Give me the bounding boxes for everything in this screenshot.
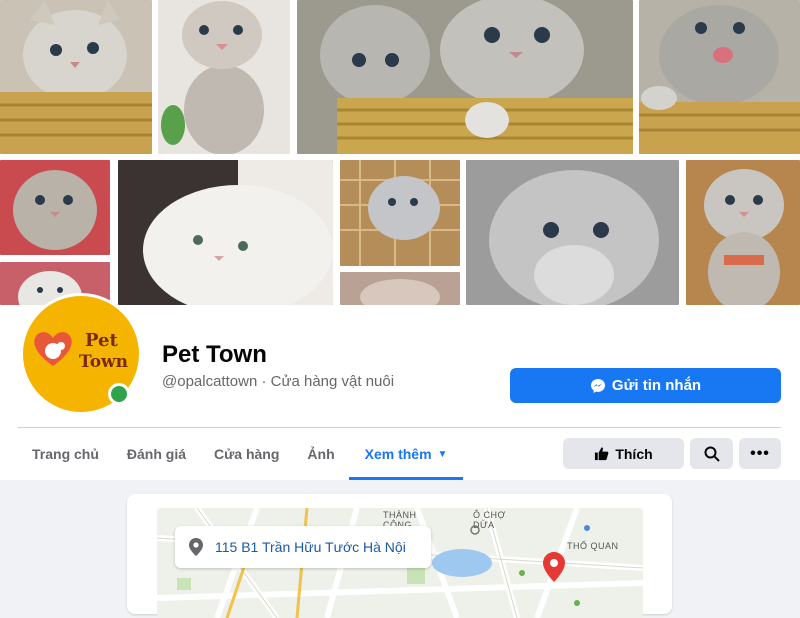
like-label: Thích bbox=[615, 445, 653, 462]
map-label: THỔ QUAN bbox=[567, 541, 619, 551]
address-text[interactable]: 115 B1 Trần Hữu Tước Hà Nội bbox=[215, 539, 406, 555]
avatar-text-town: Town bbox=[79, 352, 129, 372]
cover-kitten-photo[interactable] bbox=[340, 272, 460, 305]
online-status-dot bbox=[108, 383, 130, 405]
caret-down-icon: ▼ bbox=[437, 448, 448, 460]
location-card: THÀNH CÔNG Ô CHỢ DỪA THỔ QUAN 115 B1 Trầ… bbox=[127, 494, 672, 618]
messenger-icon bbox=[590, 378, 606, 394]
thumbs-up-icon bbox=[594, 446, 609, 461]
page-tabs: Trang chủ Đánh giá Cửa hàng Ảnh Xem thêm… bbox=[18, 428, 464, 480]
tab-label: Trang chủ bbox=[32, 446, 99, 462]
cover-kitten-photo[interactable] bbox=[0, 160, 110, 255]
cover-kitten-photo[interactable] bbox=[0, 0, 152, 154]
location-map[interactable]: THÀNH CÔNG Ô CHỢ DỪA THỔ QUAN 115 B1 Trầ… bbox=[157, 508, 643, 618]
location-pin-icon bbox=[189, 538, 203, 556]
page-handle-category: @opalcattown · Cửa hàng vật nuôi bbox=[162, 373, 395, 390]
cover-kitten-photo[interactable] bbox=[639, 0, 800, 154]
tab-label: Ảnh bbox=[307, 446, 335, 462]
tab-home[interactable]: Trang chủ bbox=[18, 428, 113, 480]
more-options-button[interactable]: ••• bbox=[739, 438, 781, 469]
cover-kitten-photo[interactable] bbox=[340, 160, 460, 266]
tab-label: Xem thêm bbox=[364, 446, 432, 462]
page-header: Pet Town Pet Town @opalcattown · Cửa hàn… bbox=[0, 293, 800, 480]
avatar-text-pet: Pet bbox=[85, 330, 118, 351]
address-box[interactable]: 115 B1 Trần Hữu Tước Hà Nội bbox=[175, 526, 431, 568]
map-label: Ô CHỢ DỪA bbox=[473, 510, 506, 530]
send-message-button[interactable]: Gửi tin nhắn bbox=[510, 368, 781, 403]
tab-shop[interactable]: Cửa hàng bbox=[200, 428, 293, 480]
page-title: Pet Town bbox=[162, 341, 267, 368]
tab-photos[interactable]: Ảnh bbox=[293, 428, 348, 480]
tab-label: Cửa hàng bbox=[214, 446, 280, 462]
more-dots-icon: ••• bbox=[750, 444, 770, 462]
cover-kitten-photo[interactable] bbox=[686, 160, 800, 305]
search-button[interactable] bbox=[690, 438, 733, 469]
search-icon bbox=[704, 446, 720, 462]
send-message-label: Gửi tin nhắn bbox=[611, 377, 702, 394]
tab-reviews[interactable]: Đánh giá bbox=[113, 428, 200, 480]
like-button[interactable]: Thích bbox=[563, 438, 684, 469]
cover-photo-collage[interactable] bbox=[0, 0, 800, 305]
cover-kitten-photo[interactable] bbox=[297, 0, 633, 154]
cover-kitten-photo[interactable] bbox=[466, 160, 679, 305]
cover-kitten-photo[interactable] bbox=[118, 160, 333, 305]
tab-more[interactable]: Xem thêm ▼ bbox=[348, 428, 464, 480]
cover-kitten-photo[interactable] bbox=[158, 0, 290, 154]
tab-label: Đánh giá bbox=[126, 446, 187, 462]
map-pin-icon[interactable] bbox=[543, 552, 565, 582]
